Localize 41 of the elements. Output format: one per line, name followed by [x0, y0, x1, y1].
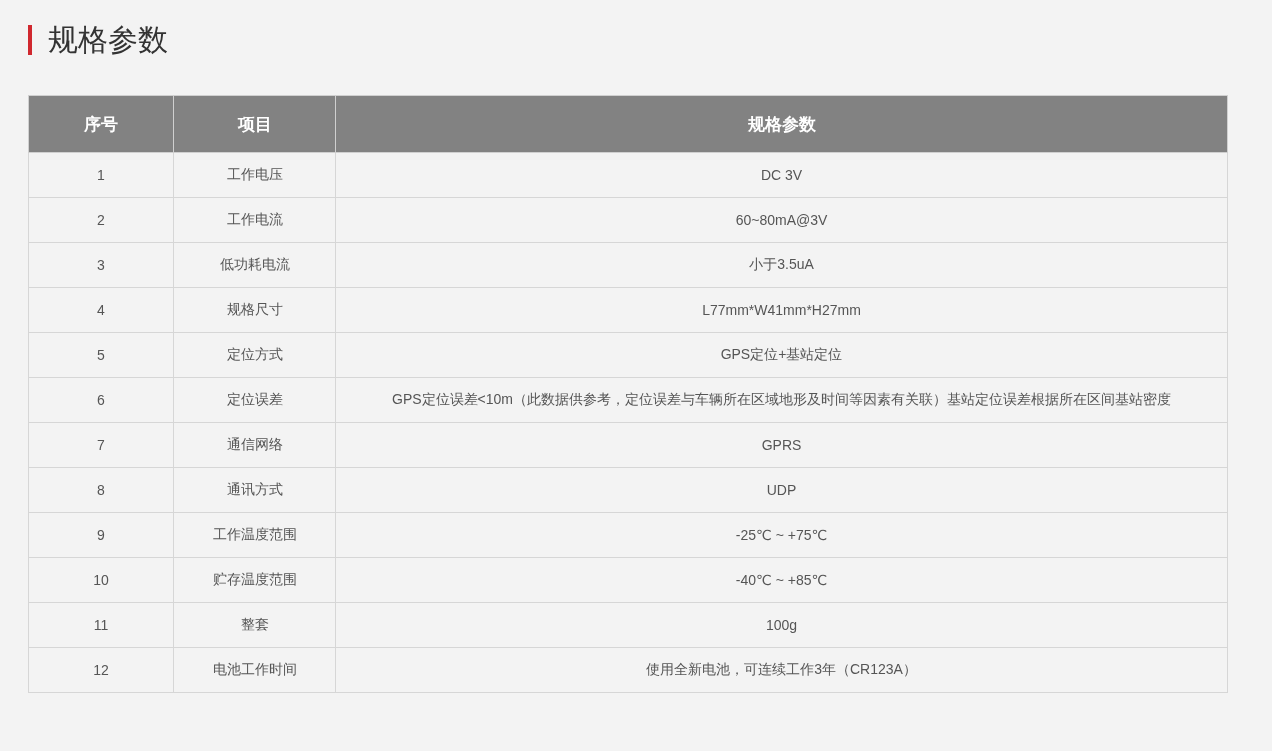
column-header: 项目 — [173, 95, 336, 153]
table-cell: DC 3V — [335, 152, 1228, 198]
table-cell: 8 — [28, 467, 174, 513]
table-cell: 5 — [28, 332, 174, 378]
table-cell: L77mm*W41mm*H27mm — [335, 287, 1228, 333]
table-cell: 通信网络 — [173, 422, 336, 468]
table-cell: 7 — [28, 422, 174, 468]
section-title: 规格参数 — [48, 21, 168, 58]
table-cell: 60~80mA@3V — [335, 197, 1228, 243]
table-cell: -40℃ ~ +85℃ — [335, 557, 1228, 603]
table-cell: 10 — [28, 557, 174, 603]
table-cell: 工作电流 — [173, 197, 336, 243]
table-cell: 11 — [28, 602, 174, 648]
table-cell: 工作电压 — [173, 152, 336, 198]
table-cell: 工作温度范围 — [173, 512, 336, 558]
table-cell: 电池工作时间 — [173, 647, 336, 693]
table-cell: 低功耗电流 — [173, 242, 336, 288]
table-cell: 1 — [28, 152, 174, 198]
table-cell: 6 — [28, 377, 174, 423]
table-cell: 贮存温度范围 — [173, 557, 336, 603]
table-cell: 9 — [28, 512, 174, 558]
table-cell: GPS定位+基站定位 — [335, 332, 1228, 378]
table-cell: 整套 — [173, 602, 336, 648]
table-cell: 小于3.5uA — [335, 242, 1228, 288]
table-cell: 使用全新电池，可连续工作3年（CR123A） — [335, 647, 1228, 693]
table-cell: UDP — [335, 467, 1228, 513]
table-cell: 3 — [28, 242, 174, 288]
table-cell: 12 — [28, 647, 174, 693]
table-cell: 通讯方式 — [173, 467, 336, 513]
table-cell: 100g — [335, 602, 1228, 648]
table-cell: 2 — [28, 197, 174, 243]
table-cell: GPS定位误差<10m（此数据供参考，定位误差与车辆所在区域地形及时间等因素有关联）基站定位误差根据所在区间基站密度 — [335, 377, 1228, 423]
table-cell: 定位方式 — [173, 332, 336, 378]
column-header: 规格参数 — [335, 95, 1228, 153]
table-cell: 4 — [28, 287, 174, 333]
table-cell: 定位误差 — [173, 377, 336, 423]
table-cell: 规格尺寸 — [173, 287, 336, 333]
title-accent-bar — [28, 25, 32, 55]
column-header: 序号 — [28, 95, 174, 153]
table-cell: GPRS — [335, 422, 1228, 468]
table-cell: -25℃ ~ +75℃ — [335, 512, 1228, 558]
